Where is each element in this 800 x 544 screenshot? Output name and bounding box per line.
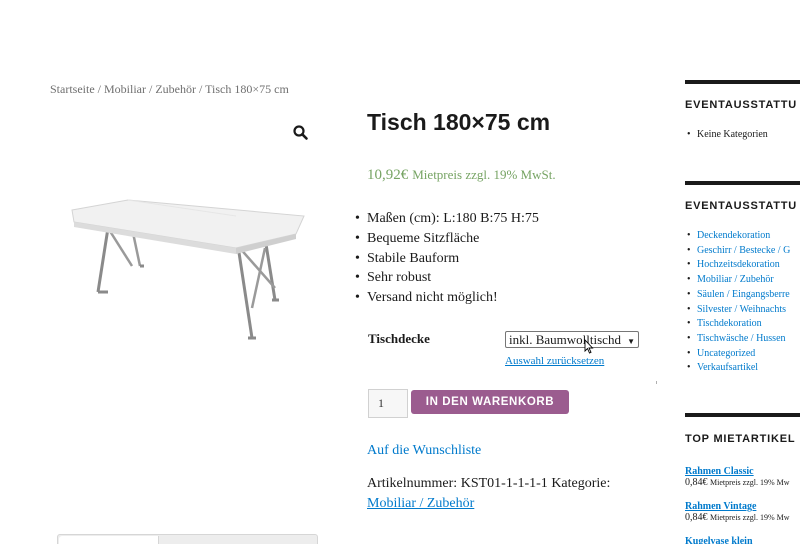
list-item: Tischdekoration bbox=[687, 317, 790, 332]
list-item-label: Keine Kategorien bbox=[697, 129, 768, 140]
top-product-suffix: Mietpreis zzgl. 19% Mw bbox=[710, 478, 790, 487]
category-link[interactable]: Mobiliar / Zubehör bbox=[367, 496, 474, 511]
category-link[interactable]: Säulen / Eingangsberre bbox=[697, 289, 790, 300]
top-product-link[interactable]: Rahmen Vintage bbox=[685, 501, 756, 512]
category-link[interactable]: Verkaufsartikel bbox=[697, 362, 758, 373]
widget-category-list: Deckendekoration Geschirr / Bestecke / G… bbox=[687, 229, 790, 376]
widget-divider bbox=[685, 181, 800, 185]
product-image bbox=[60, 188, 320, 348]
list-item: Säulen / Eingangsberre bbox=[687, 288, 790, 303]
category-link[interactable]: Deckendekoration bbox=[697, 230, 770, 241]
widget-list: Keine Kategorien bbox=[687, 128, 768, 143]
folding-table-image bbox=[71, 199, 305, 340]
divider bbox=[656, 381, 657, 384]
breadcrumb-home[interactable]: Startseite bbox=[50, 82, 95, 96]
widget-title: TOP MIETARTIKEL bbox=[685, 433, 796, 445]
top-product-item: Kugelvase klein bbox=[685, 536, 753, 544]
top-product-link[interactable]: Kugelvase klein bbox=[685, 536, 753, 544]
price-amount: 10,92€ bbox=[367, 167, 409, 183]
category-label: Kategorie: bbox=[551, 476, 611, 491]
triangle-down-icon: ▼ bbox=[627, 337, 635, 346]
magnifier-icon[interactable] bbox=[292, 124, 310, 142]
product-title: Tisch 180×75 cm bbox=[367, 109, 551, 135]
list-item: Hochzeitsdekoration bbox=[687, 258, 790, 273]
widget-title: EVENTAUSSTATTU bbox=[685, 200, 798, 212]
list-item: Stabile Bauform bbox=[355, 249, 539, 269]
sku-value: KST01-1-1-1-1 bbox=[460, 476, 548, 491]
category-link[interactable]: Tischwäsche / Hussen bbox=[697, 333, 786, 344]
quantity-input[interactable]: 1 bbox=[368, 389, 408, 418]
product-price: 10,92€ Mietpreis zzgl. 19% MwSt. bbox=[367, 166, 556, 184]
list-item: Maßen (cm): L:180 B:75 H:75 bbox=[355, 209, 539, 229]
breadcrumb-separator: / bbox=[196, 82, 206, 96]
category-link[interactable]: Hochzeitsdekoration bbox=[697, 259, 780, 270]
list-item: Mobiliar / Zubehör bbox=[687, 273, 790, 288]
list-item: Uncategorized bbox=[687, 347, 790, 362]
list-item: Bequeme Sitzfläche bbox=[355, 229, 539, 249]
select-value: inkl. Baumwolltischd bbox=[509, 332, 621, 347]
breadcrumb: Startseite / Mobiliar / Zubehör / Tisch … bbox=[50, 82, 289, 97]
category-link[interactable]: Geschirr / Bestecke / G bbox=[697, 245, 790, 256]
widget-title: EVENTAUSSTATTU bbox=[685, 99, 798, 111]
feature-list: Maßen (cm): L:180 B:75 H:75 Bequeme Sitz… bbox=[355, 209, 539, 308]
category-link[interactable]: Uncategorized bbox=[697, 348, 755, 359]
breadcrumb-current: Tisch 180×75 cm bbox=[205, 82, 289, 96]
reset-variation-link[interactable]: Auswahl zurücksetzen bbox=[505, 355, 604, 367]
top-product-item: Rahmen Vintage 0,84€ Mietpreis zzgl. 19%… bbox=[685, 501, 790, 523]
top-product-price: 0,84€ bbox=[685, 477, 708, 488]
product-tabs bbox=[57, 534, 318, 544]
category-link[interactable]: Silvester / Weihnachts bbox=[697, 304, 786, 315]
widget-divider bbox=[685, 80, 800, 84]
breadcrumb-zubehoer[interactable]: Zubehör bbox=[155, 82, 196, 96]
widget-divider bbox=[685, 413, 800, 417]
list-item: Silvester / Weihnachts bbox=[687, 303, 790, 318]
breadcrumb-separator: / bbox=[94, 82, 104, 96]
list-item: Geschirr / Bestecke / G bbox=[687, 244, 790, 259]
list-item: Deckendekoration bbox=[687, 229, 790, 244]
list-item: Verkaufsartikel bbox=[687, 361, 790, 376]
top-product-item: Rahmen Classic 0,84€ Mietpreis zzgl. 19%… bbox=[685, 466, 790, 488]
price-suffix: Mietpreis zzgl. 19% MwSt. bbox=[412, 167, 556, 182]
add-to-cart-button[interactable]: IN DEN WARENKORB bbox=[411, 390, 569, 414]
mouse-cursor-icon bbox=[584, 339, 594, 354]
variation-label: Tischdecke bbox=[368, 331, 430, 346]
list-item: Keine Kategorien bbox=[687, 128, 768, 143]
top-product-price: 0,84€ bbox=[685, 512, 708, 523]
category-link[interactable]: Mobiliar / Zubehör bbox=[697, 274, 774, 285]
tischdecke-select[interactable]: inkl. Baumwolltischd ▼ bbox=[505, 331, 639, 348]
top-product-link[interactable]: Rahmen Classic bbox=[685, 466, 754, 477]
sku-label: Artikelnummer: bbox=[367, 476, 458, 491]
category-link[interactable]: Tischdekoration bbox=[697, 318, 762, 329]
product-meta: Artikelnummer: KST01-1-1-1-1 Kategorie: … bbox=[367, 474, 627, 514]
list-item: Tischwäsche / Hussen bbox=[687, 332, 790, 347]
breadcrumb-separator: / bbox=[146, 82, 156, 96]
top-product-suffix: Mietpreis zzgl. 19% Mw bbox=[710, 513, 790, 522]
breadcrumb-mobiliar[interactable]: Mobiliar bbox=[104, 82, 146, 96]
tab-description[interactable] bbox=[59, 536, 159, 544]
wishlist-link[interactable]: Auf die Wunschliste bbox=[367, 443, 481, 459]
list-item: Sehr robust bbox=[355, 268, 539, 288]
list-item: Versand nicht möglich! bbox=[355, 288, 539, 308]
